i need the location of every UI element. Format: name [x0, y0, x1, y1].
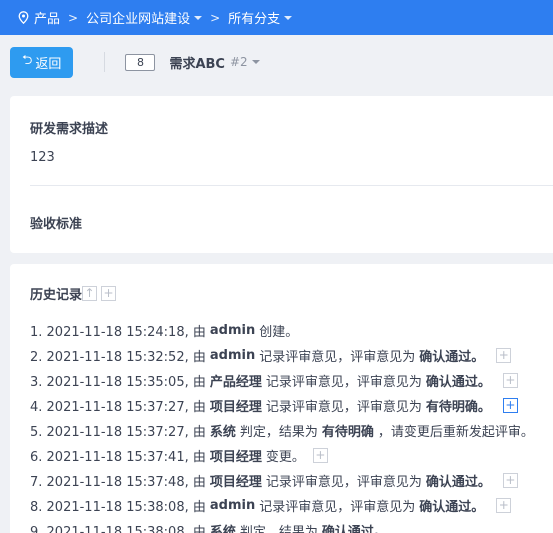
history-entry-time: 9. 2021-11-18 15:38:08, 由	[30, 525, 206, 533]
expand-all-icon[interactable]: +	[101, 286, 117, 301]
history-entry-time: 1. 2021-11-18 15:24:18, 由	[30, 325, 206, 340]
divider	[30, 185, 553, 186]
history-entry: 2. 2021-11-18 15:32:52, 由 admin 记录评审意见，评审意…	[30, 343, 553, 368]
history-entry: 8. 2021-11-18 15:38:08, 由 admin 记录评审意见，评审意…	[30, 493, 553, 518]
history-entry-time: 3. 2021-11-18 15:35:05, 由	[30, 375, 206, 390]
history-entry-result: 有待明确	[321, 425, 374, 440]
history-entry-action: 变更。	[265, 450, 305, 465]
caret-down-icon	[284, 15, 293, 20]
details-card: 研发需求描述 123 验收标准	[10, 96, 553, 253]
history-entry-action: 记录评审意见，评审意见为	[259, 500, 416, 515]
history-entry-actor: 系统	[209, 525, 236, 533]
history-entry-result: 确认通过。	[419, 500, 485, 515]
expand-entry-icon[interactable]: +	[496, 498, 512, 513]
history-entry-time: 2. 2021-11-18 15:32:52, 由	[30, 350, 206, 365]
breadcrumb-branch[interactable]: 所有分支	[228, 8, 293, 27]
history-list: 1. 2021-11-18 15:24:18, 由 admin 创建。 2. 2021…	[30, 318, 553, 533]
expand-entry-icon[interactable]: +	[496, 348, 512, 363]
back-button-label: 返回	[35, 56, 62, 72]
expand-entry-icon[interactable]: +	[502, 373, 518, 388]
history-entry-time: 6. 2021-11-18 15:37:41, 由	[30, 450, 206, 465]
history-entry-tail: ，请变更后重新发起评审。	[377, 425, 534, 440]
history-entry-actor: 项目经理	[209, 450, 262, 465]
history-entry-actor: 产品经理	[209, 375, 262, 390]
history-entry: 7. 2021-11-18 15:37:48, 由项目经理 记录评审意见，评审意见…	[30, 468, 553, 493]
chevron-right-icon: >	[68, 10, 79, 25]
caret-down-icon	[251, 60, 260, 64]
history-entry: 5. 2021-11-18 15:37:27, 由系统 判定，结果为 有待明确 ，请变…	[30, 418, 553, 443]
history-entry: 4. 2021-11-18 15:37:27, 由项目经理 记录评审意见，评审意见…	[30, 393, 553, 418]
history-entry-actor: 项目经理	[209, 475, 262, 490]
expand-entry-icon[interactable]: +	[502, 398, 518, 413]
acceptance-title: 验收标准	[30, 217, 83, 232]
chevron-right-icon: >	[210, 10, 221, 25]
history-entry: 1. 2021-11-18 15:24:18, 由 admin 创建。	[30, 318, 553, 343]
undo-arrow-icon: ⮌	[22, 53, 33, 68]
history-header: 历史记录 ↑ +	[30, 284, 553, 303]
sort-up-icon[interactable]: ↑	[82, 286, 98, 301]
version-label: #2	[229, 55, 248, 69]
breadcrumb-product-label: 产品	[34, 12, 61, 27]
breadcrumb-project-label: 公司企业网站建设	[86, 12, 191, 27]
story-id-badge: 8	[125, 53, 156, 71]
history-entry-actor: admin	[209, 498, 256, 513]
history-entry-actor: admin	[209, 348, 256, 363]
location-pin-icon	[18, 11, 29, 24]
history-entry-action: 判定，结果为	[239, 425, 318, 440]
breadcrumb-project[interactable]: 公司企业网站建设	[86, 8, 203, 27]
history-entry-result: 确认通过。	[425, 475, 491, 490]
history-entry-result: 有待明确。	[425, 400, 491, 415]
history-entry: 9. 2021-11-18 15:38:08, 由系统 判定，结果为 确认通过。	[30, 518, 553, 533]
history-title: 历史记录	[30, 288, 83, 303]
history-entry-time: 5. 2021-11-18 15:37:27, 由	[30, 425, 206, 440]
history-entry-actor: 项目经理	[209, 400, 262, 415]
history-entry-action: 记录评审意见，评审意见为	[265, 375, 422, 390]
history-entry-actor: admin	[209, 323, 256, 338]
history-entry-result: 确认通过。	[321, 525, 387, 533]
breadcrumb-product[interactable]: 产品	[18, 8, 60, 27]
page-title: 需求ABC #2	[169, 53, 260, 72]
breadcrumb-branch-label: 所有分支	[228, 12, 281, 27]
top-nav: 产品 > 公司企业网站建设 > 所有分支	[0, 0, 553, 35]
expand-entry-icon[interactable]: +	[312, 448, 328, 463]
history-entry-time: 7. 2021-11-18 15:37:48, 由	[30, 475, 206, 490]
expand-entry-icon[interactable]: +	[502, 473, 518, 488]
history-entry-action: 创建。	[259, 325, 299, 340]
history-entry-result: 确认通过。	[425, 375, 491, 390]
description-value: 123	[30, 150, 55, 165]
toolbar: ⮌ 返回 8 需求ABC #2	[0, 35, 553, 89]
history-entry-actor: 系统	[209, 425, 236, 440]
history-entry-action: 记录评审意见，评审意见为	[259, 350, 416, 365]
story-title: 需求ABC	[169, 56, 225, 72]
history-entry: 3. 2021-11-18 15:35:05, 由产品经理 记录评审意见，评审意见…	[30, 368, 553, 393]
history-entry-action: 记录评审意见，评审意见为	[265, 400, 422, 415]
history-entry-action: 记录评审意见，评审意见为	[265, 475, 422, 490]
caret-down-icon	[194, 15, 203, 20]
version-dropdown[interactable]: #2	[230, 55, 260, 69]
history-entry-time: 8. 2021-11-18 15:38:08, 由	[30, 500, 206, 515]
divider	[104, 52, 106, 72]
history-entry: 6. 2021-11-18 15:37:41, 由项目经理 变更。 +	[30, 443, 553, 468]
history-entry-action: 判定，结果为	[239, 525, 318, 533]
history-entry-time: 4. 2021-11-18 15:37:27, 由	[30, 400, 206, 415]
description-title: 研发需求描述	[30, 122, 109, 137]
back-button[interactable]: ⮌ 返回	[10, 46, 74, 78]
history-entry-result: 确认通过。	[419, 350, 485, 365]
history-card: 历史记录 ↑ + 1. 2021-11-18 15:24:18, 由 admin 创…	[10, 264, 553, 533]
